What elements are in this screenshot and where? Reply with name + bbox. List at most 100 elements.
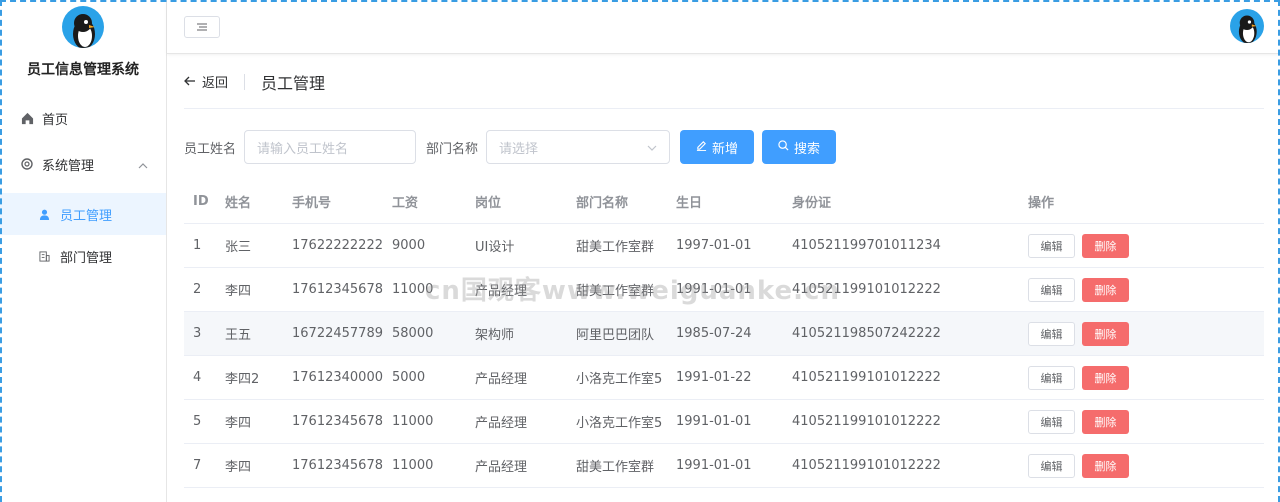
cell-post: 产品经理	[475, 460, 528, 475]
cell-id: 3	[193, 326, 202, 341]
add-label: 新增	[712, 141, 739, 157]
col-header-salary: 工资	[392, 196, 419, 211]
back-label: 返回	[202, 76, 229, 91]
department-label: 部门名称	[426, 141, 479, 157]
delete-button[interactable]: 删除	[1082, 453, 1129, 478]
submenu-item-employees[interactable]: 员工管理	[0, 193, 166, 235]
brand: 员工信息管理系统	[0, 0, 166, 95]
cell-id: 7	[193, 458, 202, 473]
employee-name-input[interactable]: 请输入员工姓名	[244, 130, 417, 164]
cell-birthday: 1991-01-01	[676, 414, 752, 429]
cell-dept: 甜美工作室群	[576, 240, 655, 255]
delete-button[interactable]: 删除	[1082, 321, 1129, 346]
cell-dept: 小洛克工作室5	[576, 372, 663, 387]
delete-button[interactable]: 删除	[1082, 409, 1129, 434]
submenu-item-label: 部门管理	[60, 250, 113, 266]
edit-button[interactable]: 编辑	[1028, 277, 1075, 302]
table-row[interactable]: 4 李四2 17612340000 5000 产品经理 小洛克工作室5 1991…	[184, 356, 1264, 400]
department-placeholder: 请选择	[499, 141, 539, 157]
building-icon	[38, 250, 50, 262]
table-row[interactable]: 3 王五 16722457789 58000 架构师 阿里巴巴团队 1985-0…	[184, 312, 1264, 356]
cell-name: 李四	[225, 460, 252, 475]
cell-birthday: 1991-01-01	[676, 458, 752, 473]
search-button[interactable]: 搜索	[762, 130, 837, 164]
cell-id: 1	[193, 238, 202, 253]
table-row[interactable]: 7 李四 17612345678 11000 产品经理 甜美工作室群 1991-…	[184, 444, 1264, 488]
cell-ops: 编辑 删除	[1028, 277, 1228, 302]
cell-phone: 17612345678	[292, 414, 383, 429]
menu-item-label: 系统管理	[42, 158, 95, 174]
table-row[interactable]: 5 李四 17612345678 11000 产品经理 小洛克工作室5 1991…	[184, 400, 1264, 444]
top-header	[167, 0, 1280, 54]
menu-item-system[interactable]: 系统管理	[0, 141, 166, 187]
col-header-name: 姓名	[225, 196, 252, 211]
cell-name: 王五	[225, 328, 252, 343]
user-icon	[38, 208, 50, 220]
edit-icon	[696, 140, 707, 155]
edit-button[interactable]: 编辑	[1028, 453, 1075, 478]
employee-name-placeholder: 请输入员工姓名	[257, 141, 349, 157]
search-bar: 员工姓名 请输入员工姓名 部门名称 请选择 新增 搜索	[184, 130, 837, 164]
cell-ops: 编辑 删除	[1028, 453, 1228, 478]
collapse-sidebar-button[interactable]	[184, 16, 220, 38]
cell-post: 产品经理	[475, 416, 528, 431]
employee-name-label: 员工姓名	[184, 141, 237, 157]
edit-button[interactable]: 编辑	[1028, 409, 1075, 434]
cell-birthday: 1985-07-24	[676, 326, 752, 341]
col-header-idcard: 身份证	[792, 196, 832, 211]
cell-id: 4	[193, 370, 202, 385]
frame-border-top	[0, 0, 1280, 2]
cell-name: 李四	[225, 416, 252, 431]
chevron-down-icon	[647, 140, 657, 155]
table-header: ID 姓名 手机号 工资 岗位 部门名称 生日 身份证 操作	[184, 180, 1264, 224]
cell-idcard: 410521199101012222	[792, 414, 941, 429]
table-row[interactable]: 1 张三 17622222222 9000 UI设计 甜美工作室群 1997-0…	[184, 224, 1264, 268]
col-header-ops: 操作	[1028, 196, 1055, 211]
delete-button[interactable]: 删除	[1082, 365, 1129, 390]
col-header-id: ID	[193, 194, 209, 209]
page-title: 员工管理	[261, 73, 326, 93]
cell-idcard: 410521199101012222	[792, 458, 941, 473]
cell-name: 李四	[225, 284, 252, 299]
cell-phone: 17612345678	[292, 282, 383, 297]
col-header-phone: 手机号	[292, 196, 332, 211]
cell-post: 架构师	[475, 328, 515, 343]
cell-post: UI设计	[475, 240, 515, 255]
gear-icon	[20, 157, 34, 171]
cell-idcard: 410521199101012222	[792, 370, 941, 385]
cell-ops: 编辑 删除	[1028, 409, 1228, 434]
cell-birthday: 1997-01-01	[676, 238, 752, 253]
cell-idcard: 410521198507242222	[792, 326, 941, 341]
delete-button[interactable]: 删除	[1082, 277, 1129, 302]
search-icon	[778, 139, 789, 155]
employee-table: ID 姓名 手机号 工资 岗位 部门名称 生日 身份证 操作 1 张三 1762…	[184, 180, 1264, 488]
toggle-icon	[197, 20, 207, 35]
cell-salary: 9000	[392, 238, 426, 253]
edit-button[interactable]: 编辑	[1028, 321, 1075, 346]
cell-phone: 17622222222	[292, 238, 383, 253]
submenu-item-departments[interactable]: 部门管理	[0, 235, 166, 277]
cell-ops: 编辑 删除	[1028, 233, 1228, 258]
app-title: 员工信息管理系统	[27, 62, 139, 78]
department-select[interactable]: 请选择	[486, 130, 671, 164]
edit-button[interactable]: 编辑	[1028, 365, 1075, 390]
arrow-left-icon	[184, 74, 196, 90]
edit-button[interactable]: 编辑	[1028, 233, 1075, 258]
cell-dept: 小洛克工作室5	[576, 416, 663, 431]
menu-item-home[interactable]: 首页	[0, 95, 166, 141]
user-avatar[interactable]	[1230, 9, 1264, 43]
delete-button[interactable]: 删除	[1082, 233, 1129, 258]
cell-birthday: 1991-01-22	[676, 370, 752, 385]
cell-phone: 16722457789	[292, 326, 383, 341]
col-header-post: 岗位	[475, 196, 502, 211]
back-button[interactable]: 返回	[184, 72, 228, 91]
cell-name: 李四2	[225, 372, 260, 387]
cell-salary: 58000	[392, 326, 434, 341]
chevron-up-icon	[138, 158, 148, 173]
cell-phone: 17612345678	[292, 458, 383, 473]
cell-dept: 甜美工作室群	[576, 460, 655, 475]
watermark-text: cn国观客www.weiguanke.cn	[425, 276, 840, 306]
sidebar: 员工信息管理系统 首页 系统管理 员工管理 部门管理	[0, 0, 167, 502]
add-button[interactable]: 新增	[680, 130, 755, 164]
cell-id: 5	[193, 414, 202, 429]
